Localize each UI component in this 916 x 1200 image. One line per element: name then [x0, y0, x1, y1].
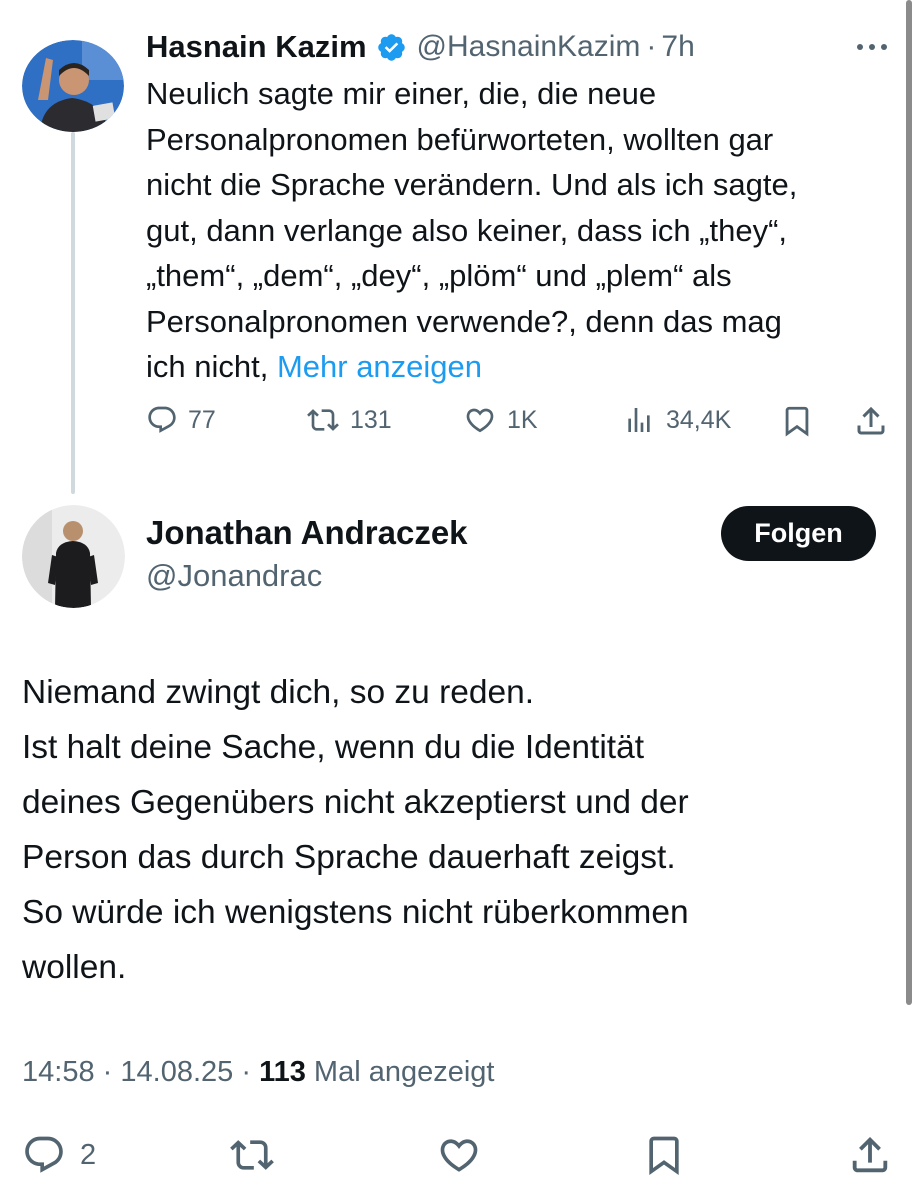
- views-action[interactable]: 34,4K: [622, 404, 731, 436]
- post-meta: 14:58 · 14.08.25 · 113 Mal angezeigt: [22, 1056, 494, 1089]
- repost-action[interactable]: 131: [306, 404, 392, 436]
- main-reply-count: 2: [80, 1138, 97, 1171]
- reply-icon: [148, 406, 176, 433]
- more-options-icon[interactable]: [854, 37, 890, 62]
- repost-count: 131: [350, 405, 392, 434]
- post-time[interactable]: 7h: [661, 30, 694, 64]
- main-bookmark-icon[interactable]: [642, 1131, 686, 1184]
- follow-button[interactable]: Folgen: [721, 506, 876, 561]
- main-like-action[interactable]: [436, 1133, 482, 1182]
- quoted-text: Neulich sagte mir einer, die, die neue P…: [146, 71, 906, 390]
- meta-dot: ·: [241, 1056, 251, 1088]
- post-date[interactable]: 14.08.25: [120, 1056, 233, 1088]
- author-handle[interactable]: @HasnainKazim: [417, 30, 641, 64]
- repost-icon: [307, 409, 339, 431]
- main-tweet-text: Niemand zwingt dich, so zu reden. Ist ha…: [22, 674, 689, 986]
- thread-connector-line: [71, 132, 75, 494]
- quoted-body: Neulich sagte mir einer, die, die neue P…: [146, 76, 798, 384]
- share-icon[interactable]: [853, 403, 889, 444]
- quoted-header: Hasnain Kazim @HasnainKazim · 7h: [146, 27, 695, 67]
- views-icon: [628, 408, 650, 432]
- like-icon: [440, 1139, 478, 1172]
- reply-icon: [25, 1136, 63, 1173]
- like-count: 1K: [507, 405, 538, 434]
- separator-dot: ·: [646, 30, 657, 63]
- scrollbar[interactable]: [906, 0, 912, 1005]
- meta-dot: ·: [102, 1056, 113, 1088]
- main-author-name[interactable]: Jonathan Andraczek: [146, 514, 468, 552]
- jonathan-avatar[interactable]: [22, 505, 125, 608]
- reply-action[interactable]: 77: [146, 404, 216, 436]
- author-name[interactable]: Hasnain Kazim: [146, 29, 367, 65]
- repost-icon: [230, 1140, 274, 1170]
- view-count: 113: [259, 1056, 306, 1088]
- hasnain-avatar[interactable]: [22, 40, 124, 132]
- reply-count: 77: [188, 405, 216, 434]
- main-reply-action[interactable]: 2: [22, 1133, 96, 1177]
- bookmark-icon[interactable]: [780, 403, 814, 444]
- main-repost-action[interactable]: [228, 1133, 276, 1182]
- main-author-handle[interactable]: @Jonandrac: [146, 558, 322, 594]
- like-action[interactable]: 1K: [463, 404, 538, 436]
- main-share-icon[interactable]: [847, 1131, 893, 1184]
- view-label: Mal angezeigt: [313, 1056, 495, 1088]
- like-icon: [466, 408, 494, 433]
- verified-badge-icon: [376, 32, 407, 63]
- views-count: 34,4K: [666, 405, 732, 434]
- show-more-link[interactable]: Mehr anzeigen: [277, 349, 482, 384]
- post-time[interactable]: 14:58: [22, 1056, 95, 1088]
